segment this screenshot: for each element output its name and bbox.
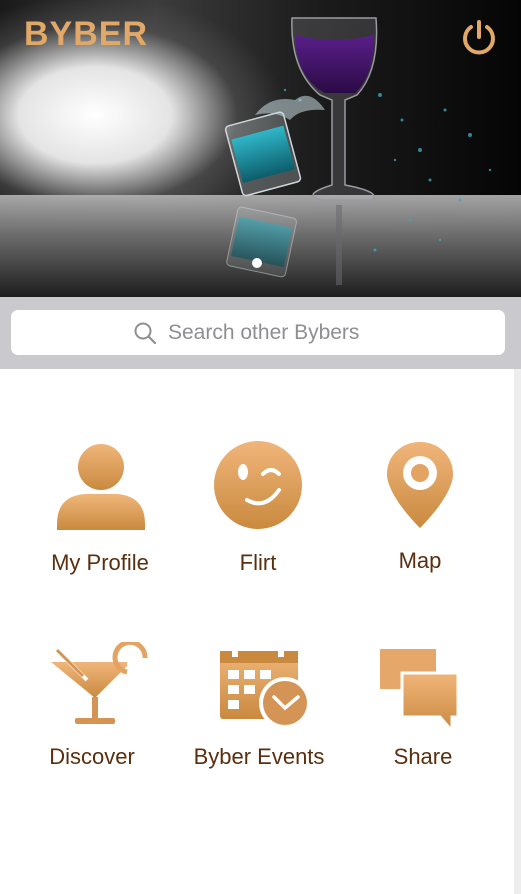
power-icon[interactable]	[460, 18, 498, 56]
menu-item-share[interactable]: Share	[362, 645, 484, 775]
menu-item-map[interactable]: Map	[360, 440, 480, 580]
menu-item-label: Flirt	[239, 550, 277, 575]
menu-item-label: Discover	[49, 744, 135, 769]
search-placeholder: Search other Bybers	[168, 321, 360, 344]
carousel-page-indicator[interactable]	[252, 258, 262, 268]
menu-item-label: My Profile	[51, 550, 149, 575]
menu-item-discover[interactable]: Discover	[32, 642, 152, 772]
byber-logo: BYBER	[24, 15, 149, 53]
wink-face-icon	[214, 441, 302, 529]
search-icon	[134, 322, 157, 345]
scroll-edge	[514, 369, 521, 894]
person-icon	[57, 444, 145, 530]
menu-item-flirt[interactable]: Flirt	[198, 440, 318, 580]
map-pin-icon	[387, 442, 453, 528]
search-input[interactable]: Search other Bybers	[11, 310, 505, 355]
chat-bubbles-icon	[380, 649, 460, 733]
hero-banner[interactable]: BYBER	[0, 0, 521, 297]
menu-item-my-profile[interactable]: My Profile	[40, 440, 160, 580]
menu-item-label: Map	[398, 548, 442, 573]
menu-item-label: Byber Events	[193, 744, 325, 769]
cocktail-icon	[51, 642, 148, 724]
menu-item-label: Share	[393, 744, 453, 769]
search-bar: Search other Bybers	[0, 297, 521, 369]
calendar-clock-icon	[220, 647, 311, 729]
menu-item-byber-events[interactable]: Byber Events	[190, 645, 328, 775]
